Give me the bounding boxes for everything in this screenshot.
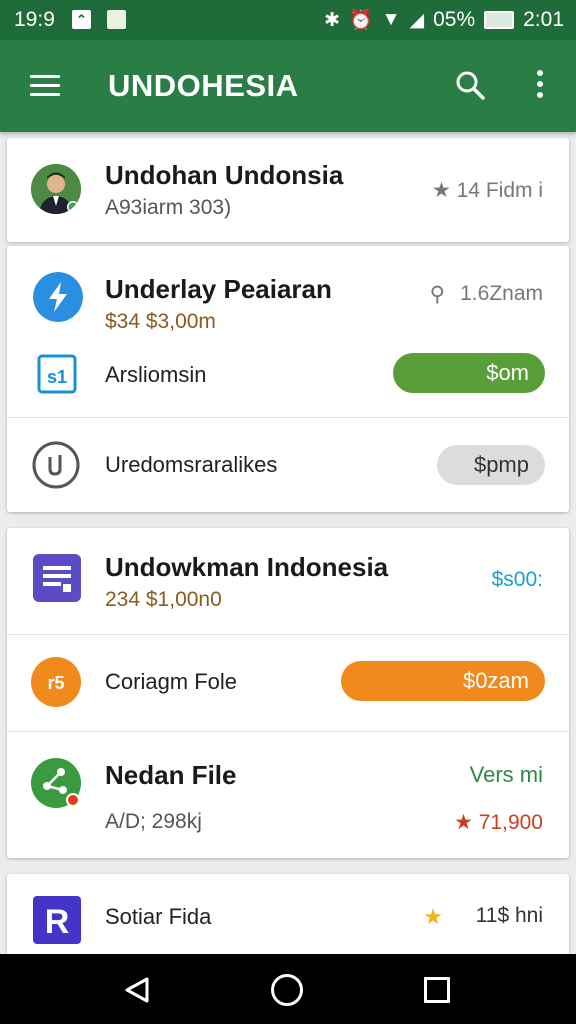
svg-text:r5: r5 [47, 673, 64, 693]
document-icon [33, 554, 81, 602]
circle-u-icon [32, 441, 80, 489]
item-title: Underlay Peaiaran [105, 274, 332, 304]
list-item[interactable]: Undohan Undonsia A93iarm 303) ★ 14 Fidm … [7, 138, 569, 242]
status-bar: 19:9 ⌃ ✱ ⏰ ▼ ◢ 05% 2:01 [0, 0, 576, 40]
item-label: Uredomsraralikes [105, 452, 278, 477]
download-icon: ⚲ [429, 283, 445, 306]
item-rating: ★ 14 Fidm i [431, 179, 543, 202]
battery-icon [484, 11, 515, 29]
signal-icon: ◢ [409, 9, 425, 31]
item-rating: ★ 71,900 [454, 811, 543, 834]
svg-text:s1: s1 [47, 367, 67, 387]
item-meta: 1.6Znam [460, 282, 543, 305]
back-icon[interactable] [123, 976, 151, 1004]
item-label: Sotiar Fida [105, 904, 212, 929]
battery-percent: 05% [433, 8, 476, 31]
list-item[interactable]: R Sotiar Fida ★ 11$ hni [7, 874, 569, 954]
action-button[interactable]: $om [393, 353, 545, 393]
svg-text:R: R [45, 903, 70, 941]
alarm-icon: ⏰ [348, 10, 373, 31]
more-options-icon[interactable] [530, 70, 550, 102]
list-item[interactable]: Underlay Peaiaran $34 $3,00m ⚲ 1.6Znam s… [7, 246, 569, 416]
notification-app-icon: ⌃ [72, 10, 91, 29]
action-button[interactable]: $pmp [437, 445, 545, 485]
item-title: Undohan Undonsia [105, 160, 344, 190]
card-1: Undohan Undonsia A93iarm 303) ★ 14 Fidm … [7, 138, 569, 242]
item-subtitle: A/D; 298kj [105, 810, 202, 833]
item-version: Vers mi [469, 762, 543, 787]
list-item[interactable]: Nedan File A/D; 298kj Vers mi ★ 71,900 [7, 732, 569, 858]
star-icon: ★ [423, 904, 443, 929]
item-subtitle: 234 $1,00n0 [105, 588, 222, 611]
home-icon[interactable] [271, 974, 303, 1006]
stats-icon: s1 [37, 354, 77, 394]
person-photo-icon [31, 164, 81, 214]
item-label: Coriagm Fole [105, 669, 238, 694]
recent-apps-icon[interactable] [424, 977, 450, 1003]
search-icon[interactable] [454, 69, 486, 101]
card-3: Undowkman Indonesia 234 $1,00n0 $s00: r5… [7, 528, 569, 858]
list-item[interactable]: r5 Coriagm Fole $0zam [7, 635, 569, 731]
card-2: Underlay Peaiaran $34 $3,00m ⚲ 1.6Znam s… [7, 246, 569, 512]
orange-badge-icon: r5 [31, 657, 81, 707]
app-title: UNDOHESIA [108, 68, 299, 103]
status-clock: 2:01 [523, 8, 564, 31]
list-item[interactable]: Undowkman Indonesia 234 $1,00n0 $s00: [7, 528, 569, 634]
status-time: 19:9 [14, 8, 55, 31]
menu-icon[interactable] [30, 75, 60, 97]
item-title: Nedan File [105, 760, 237, 790]
item-price: $s00: [491, 568, 543, 591]
list-item[interactable]: Uredomsraralikes $pmp [7, 418, 569, 512]
navigation-bar [0, 954, 576, 1024]
item-title: Undowkman Indonesia [105, 552, 389, 582]
avatar [31, 164, 81, 214]
item-label: Arsliomsin [105, 362, 207, 387]
share-network-icon [31, 758, 81, 808]
app-bar: UNDOHESIA [0, 40, 576, 132]
bluetooth-icon: ✱ [324, 9, 340, 31]
app-logo-icon: R [33, 896, 81, 944]
notification-image-icon [107, 10, 126, 29]
wifi-icon: ▼ [381, 9, 401, 30]
status-icons: ✱ ⏰ ▼ ◢ 05% 2:01 [324, 8, 564, 32]
item-meta: 11$ hni [475, 904, 543, 927]
item-subtitle: $34 $3,00m [105, 310, 216, 333]
lightning-icon [33, 272, 83, 322]
action-button[interactable]: $0zam [341, 661, 545, 701]
card-4: R Sotiar Fida ★ 11$ hni [7, 874, 569, 954]
item-subtitle: A93iarm 303) [105, 196, 232, 219]
